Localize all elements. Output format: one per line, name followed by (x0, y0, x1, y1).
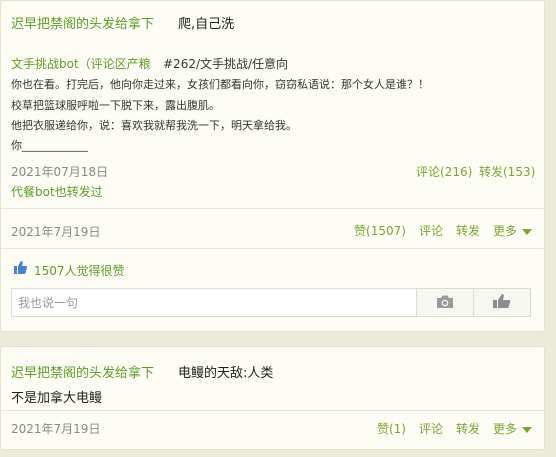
forward-button[interactable]: 转发 (456, 222, 480, 239)
more-button[interactable]: 更多 (493, 420, 532, 437)
repost-line: 校草把篮球服呼啦一下脱下来，露出腹肌。 (11, 99, 220, 112)
more-label: 更多 (492, 422, 517, 436)
divider (1, 208, 544, 209)
divider (1, 248, 544, 249)
post-date[interactable]: 2021年7月19日 (11, 223, 100, 240)
likes-summary[interactable]: 1507人觉得很赞 (34, 262, 125, 279)
repost-source-user[interactable]: 文手挑战bot（评论区产粮 (11, 55, 151, 72)
post-card: 迟早把禁阁的头发给拿下 爬,自己洗 文手挑战bot（评论区产粮 #262/文手挑… (0, 0, 545, 332)
repost-forward-link[interactable]: 转发(153) (479, 163, 535, 180)
like-reply-button[interactable] (473, 289, 530, 316)
like-hand-icon (491, 293, 513, 312)
thumbs-up-icon (13, 261, 28, 277)
forward-button[interactable]: 转发 (456, 420, 480, 437)
post-author-link[interactable]: 迟早把禁阁的头发给拿下 (11, 13, 154, 32)
like-button[interactable]: 赞(1507) (354, 222, 406, 239)
comment-button[interactable]: 评论 (419, 420, 443, 437)
more-button[interactable]: 更多 (493, 222, 532, 239)
more-label: 更多 (492, 224, 517, 238)
repost-date[interactable]: 2021年07月18日 (11, 163, 108, 180)
comment-button[interactable]: 评论 (419, 222, 443, 239)
divider (1, 410, 544, 411)
post-text: 爬,自己洗 (178, 17, 235, 32)
post-actions: 赞(1) 评论 转发 更多 (377, 420, 532, 437)
reply-input[interactable] (12, 289, 416, 316)
chevron-down-icon (522, 426, 532, 433)
repost-line: 你也在看。打完后，他向你走过来，女孩们都看向你，窃窃私语说：那个女人是谁？！ (11, 78, 429, 91)
photo-button[interactable] (416, 289, 473, 316)
post-card: 迟早把禁阁的头发给拿下 电鳗的天敌:人类 不是加拿大电鳗 2021年7月19日 … (0, 346, 545, 450)
repost-via[interactable]: 代餐bot也转发过 (11, 183, 103, 200)
post-date[interactable]: 2021年7月19日 (11, 420, 100, 437)
camera-icon (436, 294, 454, 312)
post-actions: 赞(1507) 评论 转发 更多 (354, 222, 532, 239)
repost-comment-link[interactable]: 评论(216) (416, 163, 472, 180)
post-text: 电鳗的天敌:人类 (178, 366, 274, 381)
repost-tags[interactable]: #262/文手挑战/任意向 (163, 55, 288, 72)
reply-box (11, 288, 531, 317)
chevron-down-icon (522, 228, 532, 235)
repost-line: 他把衣服递给你，说：喜欢我就帮我洗一下，明天拿给我。 (11, 119, 297, 132)
post-body: 不是加拿大电鳗 (11, 391, 103, 406)
post-author-link[interactable]: 迟早把禁阁的头发给拿下 (11, 362, 154, 381)
like-button[interactable]: 赞(1) (377, 420, 406, 437)
repost-line: 你____________ (11, 139, 88, 152)
